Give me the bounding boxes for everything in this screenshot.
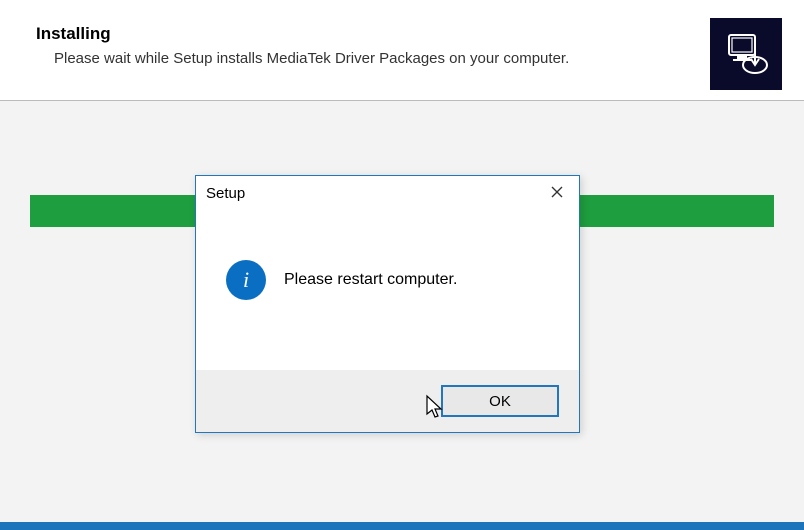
installer-body: Setup i Please restart computer. OK [0,101,804,522]
dialog-title: Setup [206,185,245,202]
dialog-titlebar: Setup [196,176,579,210]
dialog-message: Please restart computer. [284,271,457,289]
installer-header: Installing Please wait while Setup insta… [0,0,804,77]
page-title: Installing [36,24,768,44]
ok-button[interactable]: OK [441,385,559,417]
computer-install-icon [721,29,771,79]
window-bottom-border [0,522,804,530]
close-icon [551,186,563,198]
info-icon: i [226,260,266,300]
page-subtitle: Please wait while Setup installs MediaTe… [54,50,768,67]
dialog-content: i Please restart computer. [196,210,579,340]
restart-dialog: Setup i Please restart computer. OK [195,175,580,433]
dialog-footer: OK [196,370,579,432]
close-button[interactable] [535,177,579,207]
installer-logo [710,18,782,90]
